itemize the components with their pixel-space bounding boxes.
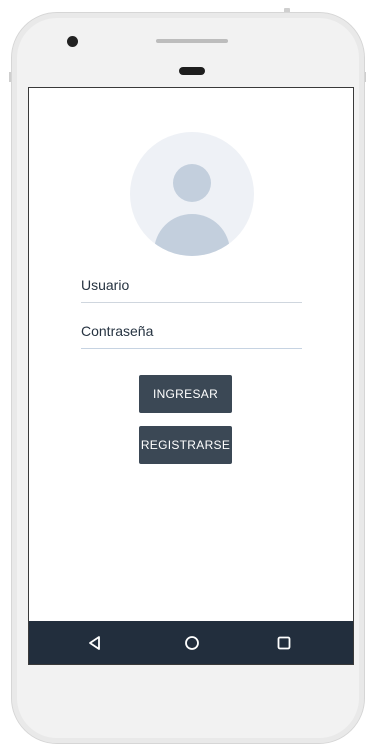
- back-triangle-icon[interactable]: [85, 633, 105, 653]
- home-circle-icon[interactable]: [182, 633, 202, 653]
- front-camera: [67, 36, 78, 47]
- app-screen: Usuario Contraseña INGRESAR REGISTRARSE: [28, 87, 354, 665]
- speaker-grille: [156, 39, 228, 43]
- android-nav-bar: [29, 621, 353, 664]
- avatar-head: [173, 164, 211, 202]
- register-button[interactable]: REGISTRARSE: [139, 426, 232, 464]
- login-button-label: INGRESAR: [152, 387, 219, 401]
- username-placeholder: Usuario: [81, 277, 130, 293]
- username-field[interactable]: Usuario: [81, 268, 302, 303]
- password-placeholder: Contraseña: [81, 323, 154, 339]
- login-button[interactable]: INGRESAR: [139, 375, 232, 413]
- register-button-label: REGISTRARSE: [140, 438, 231, 452]
- avatar-shoulders: [154, 214, 230, 256]
- password-field[interactable]: Contraseña: [81, 314, 302, 349]
- recents-square-icon[interactable]: [274, 633, 294, 653]
- earpiece: [179, 67, 205, 75]
- user-avatar-icon: [130, 132, 254, 256]
